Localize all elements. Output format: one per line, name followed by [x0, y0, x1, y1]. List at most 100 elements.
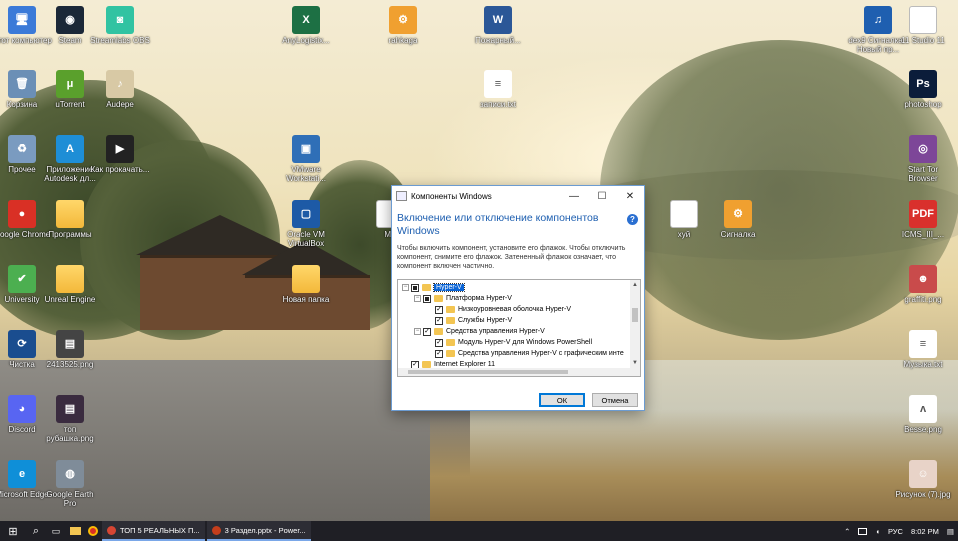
desktop-icon-label: Besse.png	[904, 425, 942, 434]
desktop-icon[interactable]: ▶ Как прокачать...	[90, 135, 150, 174]
desktop-icon[interactable]: хуй	[654, 200, 714, 239]
expander-spacer	[426, 339, 433, 346]
desktop-icon[interactable]: Новая папка	[276, 265, 336, 304]
desktop-icon[interactable]: ▣ VMware Workstati...	[276, 135, 336, 183]
feature-item[interactable]: ✓ Низкоуровневая оболочка Hyper-V	[402, 304, 640, 315]
expander-spacer	[426, 306, 433, 313]
feature-item[interactable]: ✓ Службы Hyper-V	[402, 315, 640, 326]
desktop-icon-image: ♫	[864, 6, 892, 34]
desktop-icon[interactable]: PDF ICMS_III_...	[893, 200, 953, 239]
notification-icon[interactable]: ▤	[947, 527, 954, 536]
chrome-taskbar-icon[interactable]	[84, 521, 102, 541]
tray-chevron-icon[interactable]: ⌃	[844, 527, 850, 536]
minimize-button[interactable]: —	[560, 186, 588, 206]
desktop-icon[interactable]: Unreal Engine	[40, 265, 100, 304]
feature-item[interactable]: − Hyper-V	[402, 282, 640, 293]
feature-checkbox[interactable]: ✓	[423, 327, 431, 336]
task-view-icon[interactable]: ▭	[46, 521, 66, 541]
folder-icon	[422, 284, 431, 291]
folder-icon	[434, 328, 443, 335]
horizontal-scrollbar[interactable]	[398, 368, 632, 376]
desktop-icon-image: ▤	[56, 395, 84, 423]
scroll-down-icon[interactable]: ▼	[630, 358, 640, 368]
desktop-icon[interactable]: ◎ Start Tor Browser	[893, 135, 953, 183]
desktop-icon[interactable]: ♪ Audepe	[90, 70, 150, 109]
maximize-button[interactable]: ☐	[588, 186, 616, 206]
feature-label: Низкоуровневая оболочка Hyper-V	[458, 306, 572, 313]
ok-button[interactable]: ОК	[539, 393, 585, 407]
desktop-icon[interactable]: ⚙ Сигналка	[708, 200, 768, 239]
language-indicator[interactable]: РУС	[888, 527, 903, 536]
hscroll-thumb[interactable]	[408, 370, 568, 374]
feature-checkbox[interactable]: ✓	[435, 305, 443, 314]
help-icon[interactable]: ?	[627, 214, 638, 225]
feature-checkbox[interactable]: ✓	[435, 338, 443, 347]
feature-label: Средства управления Hyper-V с графически…	[458, 350, 624, 357]
expander-spacer	[426, 350, 433, 357]
desktop-icon[interactable]: ☺ Рисунок (7).jpg	[893, 460, 953, 499]
desktop-icon[interactable]: ᴧ Besse.png	[893, 395, 953, 434]
desktop-icon-label: Музыка.txt	[903, 360, 943, 369]
desktop-icon[interactable]: ≡ Музыка.txt	[893, 330, 953, 369]
desktop-icon[interactable]: ⚙ rahkaga	[373, 6, 433, 45]
desktop-icon-label: Программы	[48, 230, 92, 239]
desktop-icon-image: 🖥	[8, 6, 36, 34]
desktop-icon[interactable]: ◙ Streamlabs OBS	[90, 6, 150, 45]
desktop-icon[interactable]: X AnyLogistix...	[276, 6, 336, 45]
app-icon	[107, 525, 116, 535]
cancel-button[interactable]: Отмена	[592, 393, 638, 407]
features-tree[interactable]: − Hyper-V − Платформа Hyper-V ✓ Низкоуровнева…	[397, 279, 641, 377]
desktop-icon-image: 🗑	[8, 70, 36, 98]
desktop-icon-image: ♪	[106, 70, 134, 98]
desktop-icon-label: AnyLogistix...	[282, 36, 330, 45]
desktop-icon[interactable]: W Пожарный...	[468, 6, 528, 45]
collapse-icon[interactable]: −	[414, 295, 421, 302]
dialog-titlebar[interactable]: Компоненты Windows — ☐ ✕	[392, 186, 644, 206]
feature-checkbox[interactable]: ✓	[435, 316, 443, 325]
feature-checkbox[interactable]	[423, 294, 431, 303]
desktop-icon-label: Рисунок (7).jpg	[895, 490, 951, 499]
feature-item[interactable]: − Платформа Hyper-V	[402, 293, 640, 304]
expander-spacer	[402, 361, 409, 368]
desktop-icon[interactable]: ☻ graffiti.png	[893, 265, 953, 304]
dialog-title: Компоненты Windows	[411, 191, 492, 201]
network-icon[interactable]	[858, 527, 868, 535]
desktop-icon[interactable]: ◍ Google Earth Pro	[40, 460, 100, 508]
desktop-icon[interactable]: ≡ записи.txt	[468, 70, 528, 109]
desktop-icon[interactable]: ▤ 2413525.png	[40, 330, 100, 369]
file-explorer-icon[interactable]	[66, 521, 84, 541]
wallpaper-reeds	[430, 410, 958, 521]
search-icon[interactable]: ⌕	[26, 521, 46, 541]
desktop-icon-image: ≡	[909, 330, 937, 358]
taskbar-app-button[interactable]: ТОП 5 РЕАЛЬНЫХ П...	[102, 521, 205, 541]
feature-item[interactable]: − ✓ Средства управления Hyper-V	[402, 326, 640, 337]
taskbar-app-button[interactable]: 3 Раздел.pptx - Power...	[206, 521, 311, 541]
desktop-icon[interactable]: Ps photoshop	[893, 70, 953, 109]
taskbar-app-label: 3 Раздел.pptx - Power...	[224, 525, 306, 535]
feature-checkbox[interactable]	[411, 283, 419, 292]
scroll-thumb[interactable]	[632, 308, 638, 322]
desktop-icon[interactable]: Программы	[40, 200, 100, 239]
desktop-icon-label: топ рубашка.png	[46, 425, 94, 443]
feature-item[interactable]: ✓ Средства управления Hyper-V с графическ…	[402, 348, 640, 359]
desktop-icon[interactable]: ▢ Oracle VM VirtualBox	[276, 200, 336, 248]
start-button[interactable]: ⊞	[0, 521, 26, 541]
feature-item[interactable]: ✓ Модуль Hyper-V для Windows PowerShell	[402, 337, 640, 348]
desktop-icon-image: Ps	[909, 70, 937, 98]
scroll-up-icon[interactable]: ▲	[630, 280, 640, 290]
desktop-icon[interactable]: 11 Studio 11	[893, 6, 953, 45]
clock[interactable]: 8:02 PM	[911, 527, 939, 536]
feature-label: Платформа Hyper-V	[446, 295, 512, 302]
vertical-scrollbar[interactable]: ▲ ▼	[630, 280, 640, 376]
collapse-icon[interactable]: −	[402, 284, 409, 291]
desktop-icon[interactable]: ▤ топ рубашка.png	[40, 395, 100, 443]
feature-checkbox[interactable]: ✓	[435, 349, 443, 358]
collapse-icon[interactable]: −	[414, 328, 421, 335]
desktop-icon-image: ▶	[106, 135, 134, 163]
volume-icon[interactable]: ◖	[875, 527, 880, 536]
taskbar-apps: ТОП 5 РЕАЛЬНЫХ П... 3 Раздел.pptx - Power…	[102, 521, 313, 541]
desktop-icon-image: ◎	[909, 135, 937, 163]
feature-label: Модуль Hyper-V для Windows PowerShell	[458, 339, 593, 346]
dialog-description: Чтобы включить компонент, установите его…	[397, 245, 626, 270]
close-button[interactable]: ✕	[616, 186, 644, 206]
